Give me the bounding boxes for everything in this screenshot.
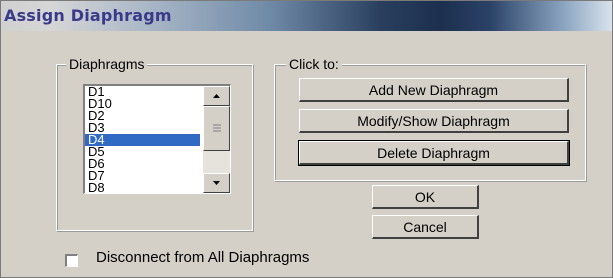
title-bar[interactable]: Assign Diaphragm xyxy=(1,1,612,31)
window-title: Assign Diaphragm xyxy=(4,6,172,25)
diaphragms-legend: Diaphragms xyxy=(66,56,148,72)
add-new-diaphragm-button[interactable]: Add New Diaphragm xyxy=(299,78,569,102)
click-to-legend: Click to: xyxy=(286,56,342,72)
disconnect-label[interactable]: Disconnect from All Diaphragms xyxy=(96,249,309,266)
list-item[interactable]: D8 xyxy=(85,181,200,193)
assign-diaphragm-dialog: Assign Diaphragm Diaphragms D1 D10 D2 D3 D4 D… xyxy=(0,0,613,278)
scroll-up-button[interactable] xyxy=(203,86,230,106)
cancel-button[interactable]: Cancel xyxy=(372,215,479,239)
arrow-up-icon xyxy=(213,94,220,98)
arrow-down-icon xyxy=(213,181,220,185)
grip-icon xyxy=(213,124,221,132)
ok-button[interactable]: OK xyxy=(372,185,479,209)
list-scrollbar[interactable] xyxy=(203,86,230,193)
scroll-down-button[interactable] xyxy=(203,173,230,193)
disconnect-checkbox[interactable] xyxy=(65,254,78,267)
modify-show-diaphragm-button[interactable]: Modify/Show Diaphragm xyxy=(299,109,569,133)
delete-diaphragm-button[interactable]: Delete Diaphragm xyxy=(298,140,570,166)
diaphragm-list[interactable]: D1 D10 D2 D3 D4 D5 D6 D7 D8 xyxy=(83,84,231,194)
scroll-thumb[interactable] xyxy=(203,106,230,151)
